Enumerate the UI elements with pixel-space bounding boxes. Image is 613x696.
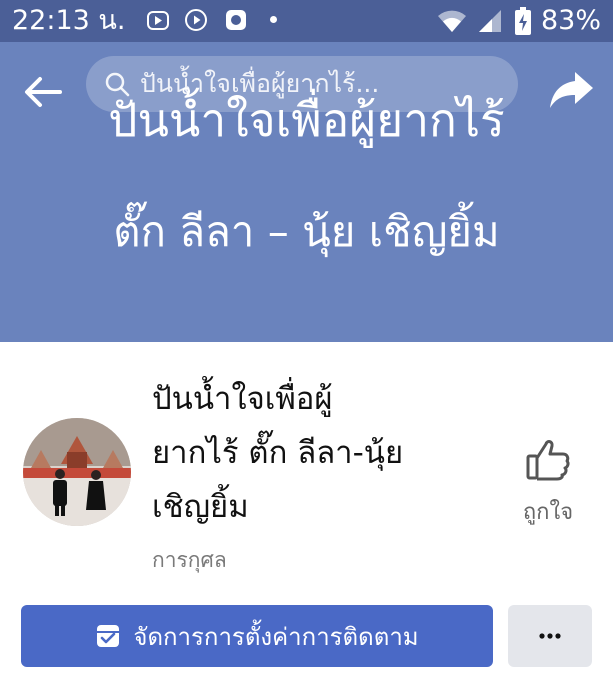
page-name-line: เชิญยิ้ม — [152, 489, 249, 525]
more-dots-icon — [539, 633, 561, 639]
status-bar: 22:13 น. 83% — [0, 0, 613, 42]
cover-subtitle: ตั๊ก ลีลา – นุ้ย เชิญยิ้ม — [113, 207, 500, 256]
search-text: ปันน้ำใจเพื่อผู้ยากไร้... — [140, 69, 380, 98]
page-name-line: ยากไร้ ตั๊ก ลีลา-นุ้ย — [152, 435, 404, 471]
youtube-music-icon — [147, 11, 169, 30]
page-name: ปันน้ำใจเพื่อผู้ ยากไร้ ตั๊ก ลีลา-นุ้ย เ… — [152, 372, 492, 534]
wifi-icon — [437, 10, 466, 32]
notification-dot — [270, 16, 277, 23]
avatar-photo — [23, 418, 131, 526]
check-inbox-icon — [97, 625, 120, 647]
page-avatar[interactable] — [23, 418, 131, 526]
signal-icon — [478, 10, 501, 32]
page-name-line: ปันน้ำใจเพื่อผู้ — [152, 381, 333, 417]
thumbs-up-icon — [526, 440, 570, 481]
cover-photo[interactable]: ปันน้ำใจเพื่อผู้ยากไร้ ตั๊ก ลีลา – นุ้ย … — [0, 42, 613, 342]
battery-percent: 83% — [540, 5, 601, 36]
search-bar[interactable]: ปันน้ำใจเพื่อผู้ยากไร้... — [86, 56, 518, 112]
like-label: ถูกใจ — [522, 500, 574, 525]
back-arrow-icon[interactable] — [20, 70, 64, 114]
follow-settings-button[interactable]: จัดการการตั้งค่าการติดตาม — [21, 605, 493, 667]
page-category: การกุศล — [152, 548, 227, 572]
search-icon — [105, 72, 130, 97]
status-time: 22:13 น. — [12, 5, 126, 36]
square-app-icon — [226, 10, 246, 30]
like-button[interactable]: ถูกใจ — [508, 436, 588, 532]
battery-icon — [514, 7, 531, 35]
more-options-button[interactable] — [508, 605, 592, 667]
share-arrow-icon[interactable] — [547, 68, 595, 114]
status-right-group: 83% — [437, 4, 601, 38]
follow-settings-label: จัดการการตั้งค่าการติดตาม — [133, 622, 419, 651]
play-icon — [185, 9, 207, 31]
